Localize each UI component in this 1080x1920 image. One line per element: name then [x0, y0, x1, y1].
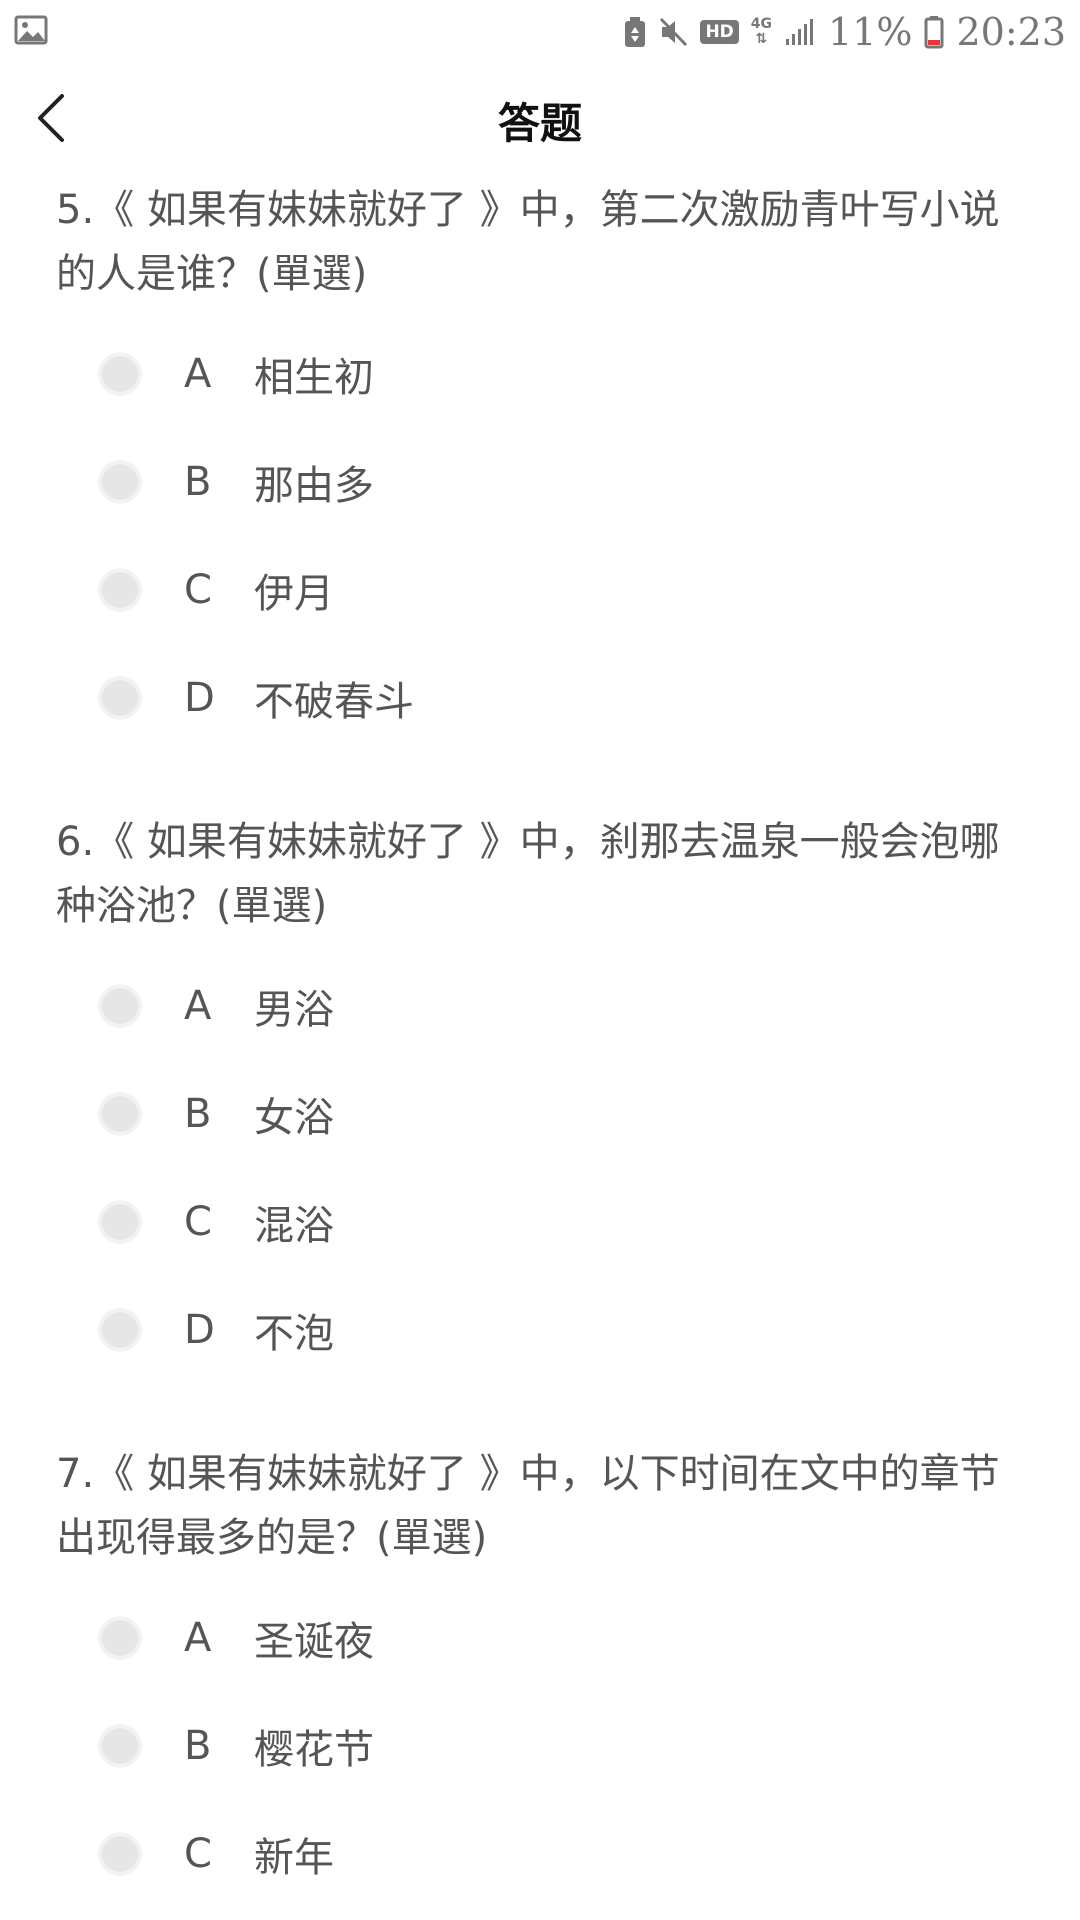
radio-button[interactable]	[102, 356, 138, 392]
nav-bar: 答题	[0, 64, 1080, 176]
option-text: 樱花节	[254, 1727, 374, 1773]
signal-icon	[784, 17, 816, 47]
option-letter: D	[184, 1307, 215, 1353]
network-label: 4G	[750, 16, 773, 32]
option-a[interactable]: A 男浴	[56, 952, 1016, 1060]
option-letter: A	[184, 983, 212, 1029]
option-letter: B	[184, 459, 212, 505]
option-text: 不泡	[254, 1311, 334, 1357]
option-letter: A	[184, 1615, 212, 1661]
radio-button[interactable]	[102, 1096, 138, 1132]
option-letter: C	[184, 567, 212, 613]
radio-button[interactable]	[102, 1620, 138, 1656]
option-c[interactable]: C 混浴	[56, 1168, 1016, 1276]
option-c[interactable]: C 伊月	[56, 536, 1016, 644]
option-text: 女浴	[254, 1095, 334, 1141]
question-5: 5.《 如果有妹妹就好了 》中，第二次激励青叶写小说的人是谁？(單選) A 相生…	[56, 178, 1016, 752]
question-text: 7.《 如果有妹妹就好了 》中，以下时间在文中的章节出现得最多的是？(單選)	[56, 1451, 1000, 1561]
option-text: 新年	[254, 1835, 334, 1881]
option-list: A 男浴 B 女浴 C 混浴 D 不泡	[56, 952, 1016, 1384]
battery-percent: 11%	[828, 10, 913, 54]
radio-button[interactable]	[102, 1728, 138, 1764]
question-6: 6.《 如果有妹妹就好了 》中，刹那去温泉一般会泡哪种浴池？(單選) A 男浴 …	[56, 810, 1016, 1384]
option-letter: B	[184, 1091, 212, 1137]
radio-button[interactable]	[102, 680, 138, 716]
option-letter: C	[184, 1831, 212, 1877]
option-text: 相生初	[254, 355, 374, 401]
option-b[interactable]: B 女浴	[56, 1060, 1016, 1168]
option-b[interactable]: B 樱花节	[56, 1692, 1016, 1800]
option-b[interactable]: B 那由多	[56, 428, 1016, 536]
option-list: A 相生初 B 那由多 C 伊月 D 不破春斗	[56, 320, 1016, 752]
option-text: 那由多	[254, 463, 374, 509]
question-text: 6.《 如果有妹妹就好了 》中，刹那去温泉一般会泡哪种浴池？(單選)	[56, 819, 1000, 929]
option-a[interactable]: A 圣诞夜	[56, 1584, 1016, 1692]
option-d[interactable]: D 不破春斗	[56, 644, 1016, 752]
radio-button[interactable]	[102, 1204, 138, 1240]
option-d[interactable]: D 不泡	[56, 1276, 1016, 1384]
option-text: 男浴	[254, 987, 334, 1033]
question-text: 5.《 如果有妹妹就好了 》中，第二次激励青叶写小说的人是谁？(單選)	[56, 187, 1000, 297]
mute-icon	[658, 16, 688, 48]
option-text: 混浴	[254, 1203, 334, 1249]
option-text: 伊月	[254, 571, 334, 617]
page-title: 答题	[497, 99, 582, 148]
option-text: 圣诞夜	[254, 1619, 374, 1665]
option-a[interactable]: A 相生初	[56, 320, 1016, 428]
battery-icon	[924, 15, 944, 49]
status-icons: HD 4G ⇅ 11% 20:23	[624, 8, 1066, 56]
radio-button[interactable]	[102, 464, 138, 500]
option-letter: B	[184, 1723, 212, 1769]
option-list: A 圣诞夜 B 樱花节 C 新年	[56, 1584, 1016, 1908]
status-bar: HD 4G ⇅ 11% 20:23	[0, 0, 1080, 64]
radio-button[interactable]	[102, 572, 138, 608]
option-letter: D	[184, 675, 215, 721]
option-c[interactable]: C 新年	[56, 1800, 1016, 1908]
radio-button[interactable]	[102, 988, 138, 1024]
clock: 20:23	[956, 10, 1066, 54]
option-letter: A	[184, 351, 212, 397]
gallery-icon	[14, 14, 48, 46]
radio-button[interactable]	[102, 1836, 138, 1872]
recycle-icon	[624, 16, 646, 48]
hd-icon: HD	[700, 20, 739, 44]
question-7: 7.《 如果有妹妹就好了 》中，以下时间在文中的章节出现得最多的是？(單選) A…	[56, 1442, 1016, 1908]
data-arrows-glyph: ⇅	[755, 31, 768, 47]
data-arrows-icon: 4G ⇅	[751, 17, 772, 47]
radio-button[interactable]	[102, 1312, 138, 1348]
option-text: 不破春斗	[254, 679, 414, 725]
option-letter: C	[184, 1199, 212, 1245]
